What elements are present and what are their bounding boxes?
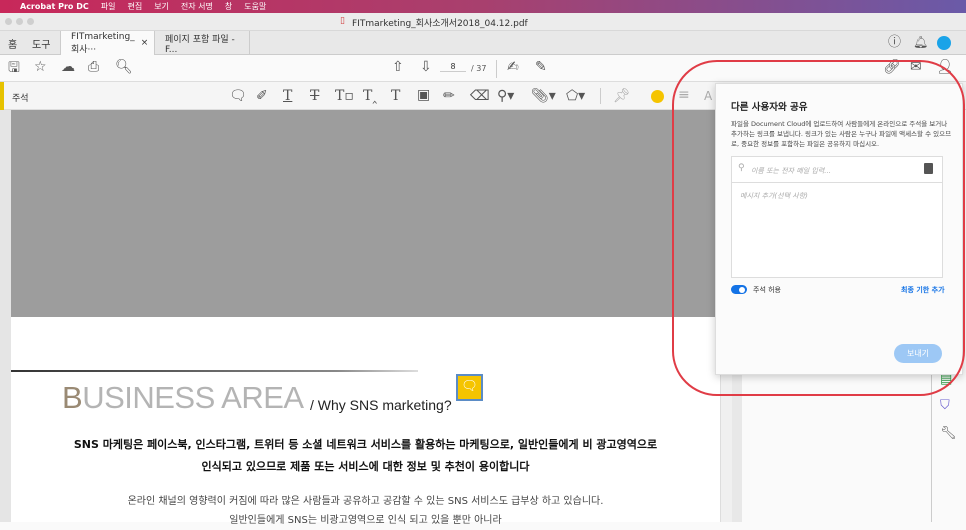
menu-bar: Acrobat Pro DC 파일 편집 보기 전자 서명 창 도움말 [0, 0, 966, 13]
help-icon[interactable]: ⓘ [888, 36, 901, 49]
page-bold-paragraph: SNS 마케팅은 페이스북, 인스타그램, 트위터 등 소셜 네트워크 서비스를… [11, 434, 720, 478]
page-heading: BUSINESS AREA [62, 380, 304, 416]
share-popup: 다른 사용자와 공유 파일을 Document Cloud에 업로드하여 사람들… [715, 83, 963, 375]
body-line: 온라인 채널의 영향력이 커짐에 따라 많은 사람들과 공유하고 공감할 수 있… [127, 496, 604, 507]
main-toolbar: 🖫 ☆ ☁ ⎙ 🔍︎ ⇧ ⇩ 8 / 37 ✍ ✎ 🔗︎ ✉ 👤︎ [0, 55, 966, 82]
message-input[interactable]: 메시지 추가(선택 사항) [740, 191, 808, 201]
menu-window[interactable]: 창 [225, 1, 232, 12]
bold-line: SNS 마케팅은 페이스북, 인스타그램, 트위터 등 소셜 네트워크 서비스를… [73, 438, 658, 451]
recipient-input[interactable]: ⚲ 이름 또는 전자 메일 입력... [732, 157, 942, 183]
star-icon[interactable]: ☆ [34, 60, 47, 74]
page-up-icon[interactable]: ⇧ [392, 60, 404, 74]
page-image-area [11, 110, 720, 317]
menu-help[interactable]: 도움말 [244, 1, 266, 12]
menu-app[interactable]: Acrobat Pro DC [20, 2, 89, 11]
fill-sign-icon[interactable]: ✎ [535, 60, 547, 74]
text-box-icon[interactable]: ▣ [417, 88, 430, 102]
tab-label: FITmarketing_회사··· [71, 31, 135, 55]
strikethrough-icon[interactable]: T [310, 89, 319, 103]
menu-view[interactable]: 보기 [154, 1, 169, 12]
tab-close-icon[interactable]: × [141, 38, 149, 48]
add-text-icon[interactable]: T [391, 89, 400, 103]
close-window-button[interactable] [5, 18, 12, 25]
tab-document-2[interactable]: 페이지 포함 파일 - F... [155, 31, 250, 55]
bell-icon[interactable]: 🔔︎ [913, 36, 928, 48]
cloud-upload-icon[interactable]: ☁ [61, 60, 75, 74]
tab-bar: 홈 도구 FITmarketing_회사··· × 페이지 포함 파일 - F.… [0, 31, 966, 55]
page-number-input[interactable]: 8 [440, 62, 466, 72]
tab-label: 페이지 포함 파일 - F... [165, 34, 235, 55]
tab-document-active[interactable]: FITmarketing_회사··· × [60, 31, 155, 55]
highlight-icon[interactable]: ✐ [256, 89, 268, 103]
menu-file[interactable]: 파일 [101, 1, 116, 12]
recipient-placeholder: 이름 또는 전자 메일 입력... [751, 167, 831, 175]
title-bar: ▯ FITmarketing_회사소개서2018_04.12.pdf [0, 13, 966, 31]
menu-sign[interactable]: 전자 서명 [181, 1, 213, 12]
window-title: FITmarketing_회사소개서2018_04.12.pdf [352, 19, 528, 29]
allow-comments-label: 주석 허용 [753, 286, 781, 294]
page-subheading: / Why SNS marketing? [310, 397, 452, 413]
body-line: 일반인들에게 SNS는 비광고영역으로 인식 되고 있을 뿐만 아니라 [229, 515, 502, 526]
replace-text-icon[interactable]: T▫ [335, 89, 354, 103]
divider [496, 60, 497, 78]
eraser-icon[interactable]: ⌫ [470, 89, 490, 103]
share-title: 다른 사용자와 공유 [731, 102, 808, 113]
color-picker[interactable] [651, 90, 664, 103]
share-description: 파일을 Document Cloud에 업로드하여 사람들에게 온라인으로 주석… [731, 120, 952, 148]
search-icon: ⚲ [738, 163, 745, 173]
share-people-icon[interactable]: 👤︎ [936, 60, 954, 74]
bold-line: 인식되고 있으므로 제품 또는 서비스에 대한 정보 및 추천이 용이합니다 [201, 460, 530, 473]
address-book-icon[interactable] [924, 163, 933, 174]
font-icon[interactable]: A [704, 89, 712, 103]
toggle-knob [739, 286, 745, 293]
comment-label: 주석 [12, 94, 29, 104]
divider [600, 88, 601, 104]
attach-icon[interactable]: 📎︎▾ [531, 89, 556, 103]
sign-icon[interactable]: ✍ [507, 60, 519, 74]
title-rule [11, 370, 418, 372]
heading-rest: USINESS AREA [82, 380, 304, 415]
line-weight-icon[interactable]: ≡ [678, 88, 690, 102]
sticky-note-annotation[interactable]: 🗨︎ [456, 374, 483, 401]
protect-shield-icon[interactable]: ⛉ [940, 398, 950, 413]
pencil-icon[interactable]: ✏ [443, 89, 455, 103]
avatar[interactable] [937, 36, 951, 50]
share-link-icon[interactable]: 🔗︎ [883, 60, 901, 74]
save-icon[interactable]: 🖫 [8, 61, 20, 75]
heading-initial: B [62, 380, 83, 415]
stamp-icon[interactable]: ⚲▾ [497, 89, 514, 103]
underline-text-icon[interactable]: T [283, 89, 292, 103]
share-form-box: ⚲ 이름 또는 전자 메일 입력... 메시지 추가(선택 사항) [731, 156, 943, 278]
minimize-window-button[interactable] [16, 18, 23, 25]
pdf-icon: ▯ [340, 16, 345, 26]
sticky-note-icon[interactable]: 🗨︎ [229, 89, 247, 103]
tab-tools[interactable]: 도구 [32, 36, 50, 51]
print-icon[interactable]: ⎙ [88, 60, 99, 74]
menu-edit[interactable]: 편집 [127, 1, 142, 12]
comment-accent-strip [0, 82, 4, 110]
page-down-icon[interactable]: ⇩ [420, 60, 432, 74]
zoom-window-button[interactable] [27, 18, 34, 25]
more-tools-icon[interactable]: 🔧︎ [940, 426, 957, 441]
allow-comments-toggle[interactable] [731, 285, 747, 294]
page-total: / 37 [471, 64, 487, 73]
email-icon[interactable]: ✉ [910, 60, 922, 74]
pin-icon[interactable]: 📌︎ [613, 89, 631, 103]
shapes-icon[interactable]: ⬠▾ [566, 89, 585, 103]
zoom-search-icon[interactable]: 🔍︎ [115, 60, 133, 74]
add-deadline-link[interactable]: 최종 기한 추가 [901, 285, 945, 295]
page-body-paragraph: 온라인 채널의 영향력이 커짐에 따라 많은 사람들과 공유하고 공감할 수 있… [11, 492, 720, 530]
send-button[interactable]: 보내기 [894, 344, 942, 363]
insert-text-icon[interactable]: T‸ [363, 89, 377, 103]
tab-home[interactable]: 홈 [8, 36, 17, 51]
